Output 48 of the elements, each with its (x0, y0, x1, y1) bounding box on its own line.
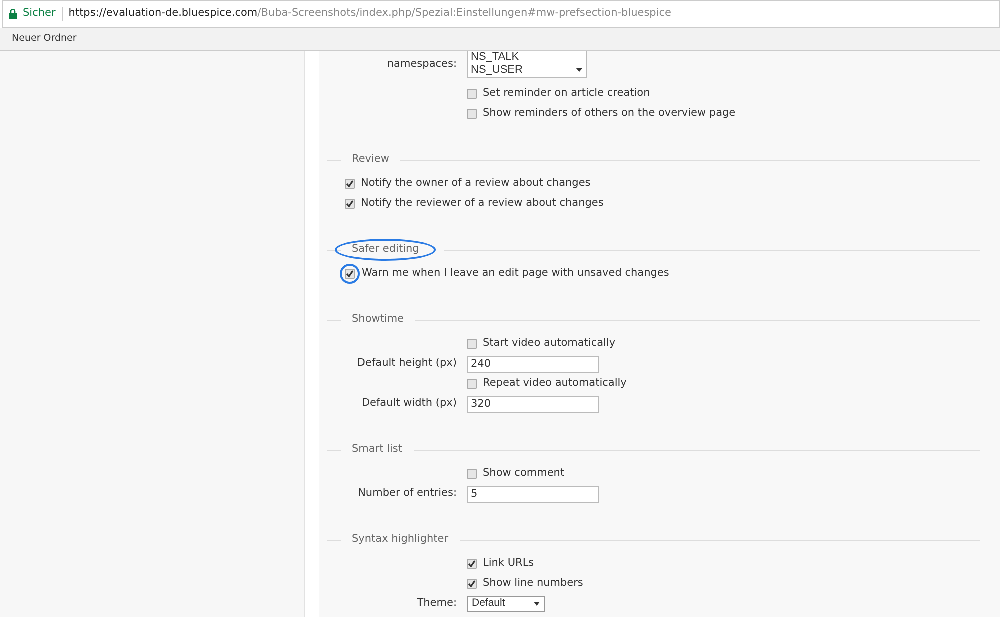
checkbox[interactable] (345, 269, 355, 279)
checkbox-label: Show comment (483, 466, 565, 482)
checkbox[interactable] (467, 579, 477, 589)
section-legend: Smart list (349, 442, 406, 458)
checkbox-label: Show reminders of others on the overview page (483, 106, 736, 122)
dropdown-arrow-icon (576, 68, 583, 73)
checkmark-icon (346, 200, 354, 208)
padlock-icon (9, 9, 17, 19)
checkbox-label: Start video automatically (483, 336, 616, 352)
caret-icon (534, 602, 540, 606)
checkbox-label: Set reminder on article creation (483, 86, 650, 102)
section-legend: Syntax highlighter (349, 532, 452, 548)
bookmark-folder[interactable]: Neuer Ordner (12, 32, 77, 46)
checkmark-icon (468, 560, 476, 568)
url-text[interactable]: https://evaluation-de.bluespice.com/Buba-Screenshots/index.php/Spezial:Einstellungen#mw-prefsection-bluespice (68, 6, 672, 22)
namespace-listbox[interactable]: NS_TALK NS_USER (467, 51, 587, 78)
checkbox[interactable] (467, 109, 477, 119)
text-input[interactable]: 5 (467, 486, 599, 502)
checkbox-label: Notify the owner of a review about changes (361, 176, 591, 192)
checkbox-label: Repeat video automatically (483, 376, 627, 392)
text-input[interactable]: 320 (467, 396, 599, 412)
section-legend: Safer editing (349, 242, 422, 258)
checkbox-label: Link URLs (483, 556, 534, 572)
checkmark-icon (346, 180, 354, 188)
field-label: Theme: (417, 597, 457, 610)
checkbox[interactable] (467, 89, 477, 99)
checkbox[interactable] (467, 559, 477, 569)
checkmark-icon (346, 270, 354, 278)
checkbox[interactable] (467, 469, 477, 479)
checkbox-label: Warn me when I leave an edit page with unsaved changes (362, 266, 670, 282)
field-label: namespaces: (387, 56, 457, 72)
field-label: Number of entries: (358, 487, 457, 500)
checkmark-icon (468, 580, 476, 588)
listbox-option[interactable]: NS_USER (471, 64, 523, 77)
section-legend: Review (349, 152, 392, 168)
checkbox-label: Notify the reviewer of a review about changes (361, 196, 604, 212)
theme-select[interactable]: Default (467, 596, 545, 612)
checkbox[interactable] (467, 339, 477, 349)
checkbox[interactable] (345, 199, 355, 209)
listbox-option[interactable]: NS_TALK (471, 51, 523, 64)
checkbox[interactable] (467, 379, 477, 389)
secure-label: Sicher (23, 6, 56, 22)
section-legend: Showtime (349, 312, 408, 328)
text-input[interactable]: 240 (467, 356, 599, 372)
checkbox[interactable] (345, 179, 355, 189)
field-label: Default height (px) (357, 357, 457, 370)
checkbox-label: Show line numbers (483, 576, 584, 592)
field-label: Default width (px) (362, 397, 457, 410)
